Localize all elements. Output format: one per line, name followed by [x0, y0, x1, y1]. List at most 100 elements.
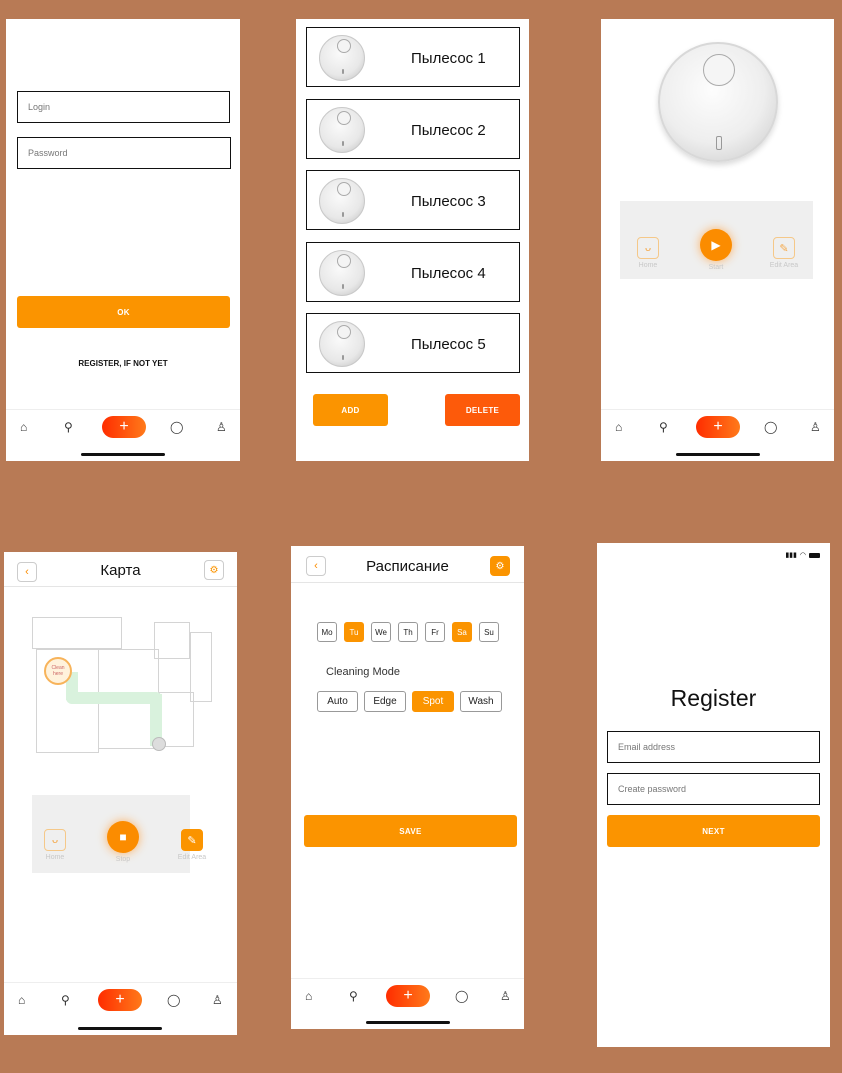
home-icon[interactable]: ⌂ [615, 420, 622, 434]
person-icon[interactable]: ♙ [216, 420, 227, 434]
mode-option[interactable]: Edge [364, 691, 406, 712]
register-link[interactable]: REGISTER, IF NOT YET [6, 359, 240, 368]
stop-control[interactable]: ■ Stop [93, 821, 153, 863]
floor-map[interactable]: Clean here [32, 612, 214, 756]
plus-icon[interactable]: + [696, 416, 740, 438]
home-control[interactable]: ᴗ Home [618, 237, 678, 269]
edit-area-control[interactable]: ✎ Edit Area [162, 829, 222, 861]
plus-icon[interactable]: + [386, 985, 430, 1007]
home-icon[interactable]: ⌂ [18, 993, 25, 1007]
day-toggle[interactable]: Tu [344, 622, 364, 642]
password-field[interactable]: Create password [607, 773, 820, 805]
pencil-icon: ✎ [181, 829, 203, 851]
schedule-screen: ‹ Расписание ⚙ Mo Tu We Th Fr Sa Su Clea… [291, 546, 524, 1029]
edit-area-control[interactable]: ✎ Edit Area [754, 237, 814, 269]
day-toggle[interactable]: We [371, 622, 391, 642]
clean-here-label: Clean here [51, 665, 65, 677]
home-icon[interactable]: ⌂ [20, 420, 27, 434]
device-control-screen: ᴗ Home ▶ Start ✎ Edit Area ⌂ ⚲ + ◯ ♙ [601, 19, 834, 461]
tab-bar: ⌂ ⚲ + ◯ ♙ [601, 409, 834, 460]
device-list-screen: Пылесос 1 Пылесос 2 Пылесос 3 Пылесос 4 … [296, 19, 529, 461]
robot-position [152, 737, 166, 751]
clean-here-marker[interactable]: Clean here [44, 657, 72, 685]
login-input[interactable]: Login [17, 91, 230, 123]
page-title: Карта [100, 562, 141, 579]
search-icon[interactable]: ⚲ [349, 989, 358, 1003]
device-name: Пылесос 2 [411, 121, 486, 139]
person-icon[interactable]: ♙ [212, 993, 223, 1007]
delete-button[interactable]: DELETE [445, 394, 520, 426]
control-label: Home [638, 262, 658, 269]
vacuum-image [319, 35, 365, 81]
plus-icon[interactable]: + [98, 989, 142, 1011]
cleaning-path [66, 692, 162, 704]
header-divider [4, 586, 237, 587]
cat-face-icon: ᴗ [637, 237, 659, 259]
home-indicator [366, 1021, 450, 1024]
person-icon[interactable]: ♙ [500, 989, 511, 1003]
email-field[interactable]: Email address [607, 731, 820, 763]
mode-option[interactable]: Wash [460, 691, 502, 712]
mode-option[interactable]: Spot [412, 691, 454, 712]
device-name: Пылесос 5 [411, 335, 486, 353]
save-button[interactable]: SAVE [304, 815, 517, 847]
device-name: Пылесос 3 [411, 192, 486, 210]
tab-bar: ⌂ ⚲ + ◯ ♙ [4, 982, 237, 1033]
device-card[interactable]: Пылесос 4 [306, 242, 520, 302]
search-icon[interactable]: ⚲ [659, 420, 668, 434]
chat-bubble-icon[interactable]: ◯ [455, 989, 468, 1003]
pencil-icon: ✎ [773, 237, 795, 259]
device-card[interactable]: Пылесос 2 [306, 99, 520, 159]
start-control[interactable]: ▶ Start [686, 229, 746, 271]
home-indicator [81, 453, 165, 456]
next-button[interactable]: NEXT [607, 815, 820, 847]
ok-button[interactable]: OK [17, 296, 230, 328]
control-label: Home [45, 854, 65, 861]
plus-icon[interactable]: + [102, 416, 146, 438]
home-indicator [676, 453, 760, 456]
day-toggle[interactable]: Mo [317, 622, 337, 642]
stop-icon: ■ [107, 821, 139, 853]
battery-icon [809, 552, 820, 558]
home-control[interactable]: ᴗ Home [25, 829, 85, 861]
chat-bubble-icon[interactable]: ◯ [167, 993, 180, 1007]
add-button[interactable]: ADD [313, 394, 388, 426]
play-icon: ▶ [700, 229, 732, 261]
cat-face-icon: ᴗ [44, 829, 66, 851]
mode-option[interactable]: Auto [317, 691, 358, 712]
day-toggle[interactable]: Su [479, 622, 499, 642]
device-card[interactable]: Пылесос 1 [306, 27, 520, 87]
control-label: Start [708, 264, 724, 271]
device-card[interactable]: Пылесос 3 [306, 170, 520, 230]
vacuum-image [319, 107, 365, 153]
chat-bubble-icon[interactable]: ◯ [764, 420, 777, 434]
device-name: Пылесос 4 [411, 264, 486, 282]
control-panel: ᴗ Home ▶ Start ✎ Edit Area [620, 201, 813, 279]
cleaning-mode-label: Cleaning Mode [326, 666, 400, 678]
register-screen: ▮▮▮ ◠ Register Email address Create pass… [597, 543, 830, 1047]
search-icon[interactable]: ⚲ [61, 993, 70, 1007]
day-toggle[interactable]: Fr [425, 622, 445, 642]
chat-bubble-icon[interactable]: ◯ [170, 420, 183, 434]
day-toggle[interactable]: Th [398, 622, 418, 642]
control-label: Edit Area [177, 854, 207, 861]
device-name: Пылесос 1 [411, 49, 486, 67]
login-screen: Login Password OK REGISTER, IF NOT YET ⌂… [6, 19, 240, 461]
control-label: Edit Area [769, 262, 799, 269]
status-bar: ▮▮▮ ◠ [785, 551, 820, 559]
vacuum-image [319, 250, 365, 296]
signal-icon: ▮▮▮ [785, 552, 797, 559]
vacuum-image [658, 42, 778, 162]
gear-icon[interactable]: ⚙ [204, 560, 224, 580]
search-icon[interactable]: ⚲ [64, 420, 73, 434]
person-icon[interactable]: ♙ [810, 420, 821, 434]
gear-icon[interactable]: ⚙ [490, 556, 510, 576]
device-card[interactable]: Пылесос 5 [306, 313, 520, 373]
vacuum-image [319, 321, 365, 367]
day-toggle[interactable]: Sa [452, 622, 472, 642]
header-divider [291, 582, 524, 583]
home-icon[interactable]: ⌂ [305, 989, 312, 1003]
tab-bar: ⌂ ⚲ + ◯ ♙ [6, 409, 240, 460]
password-input[interactable]: Password [17, 137, 231, 169]
control-panel: ᴗ Home ■ Stop ✎ Edit Area [32, 795, 206, 873]
